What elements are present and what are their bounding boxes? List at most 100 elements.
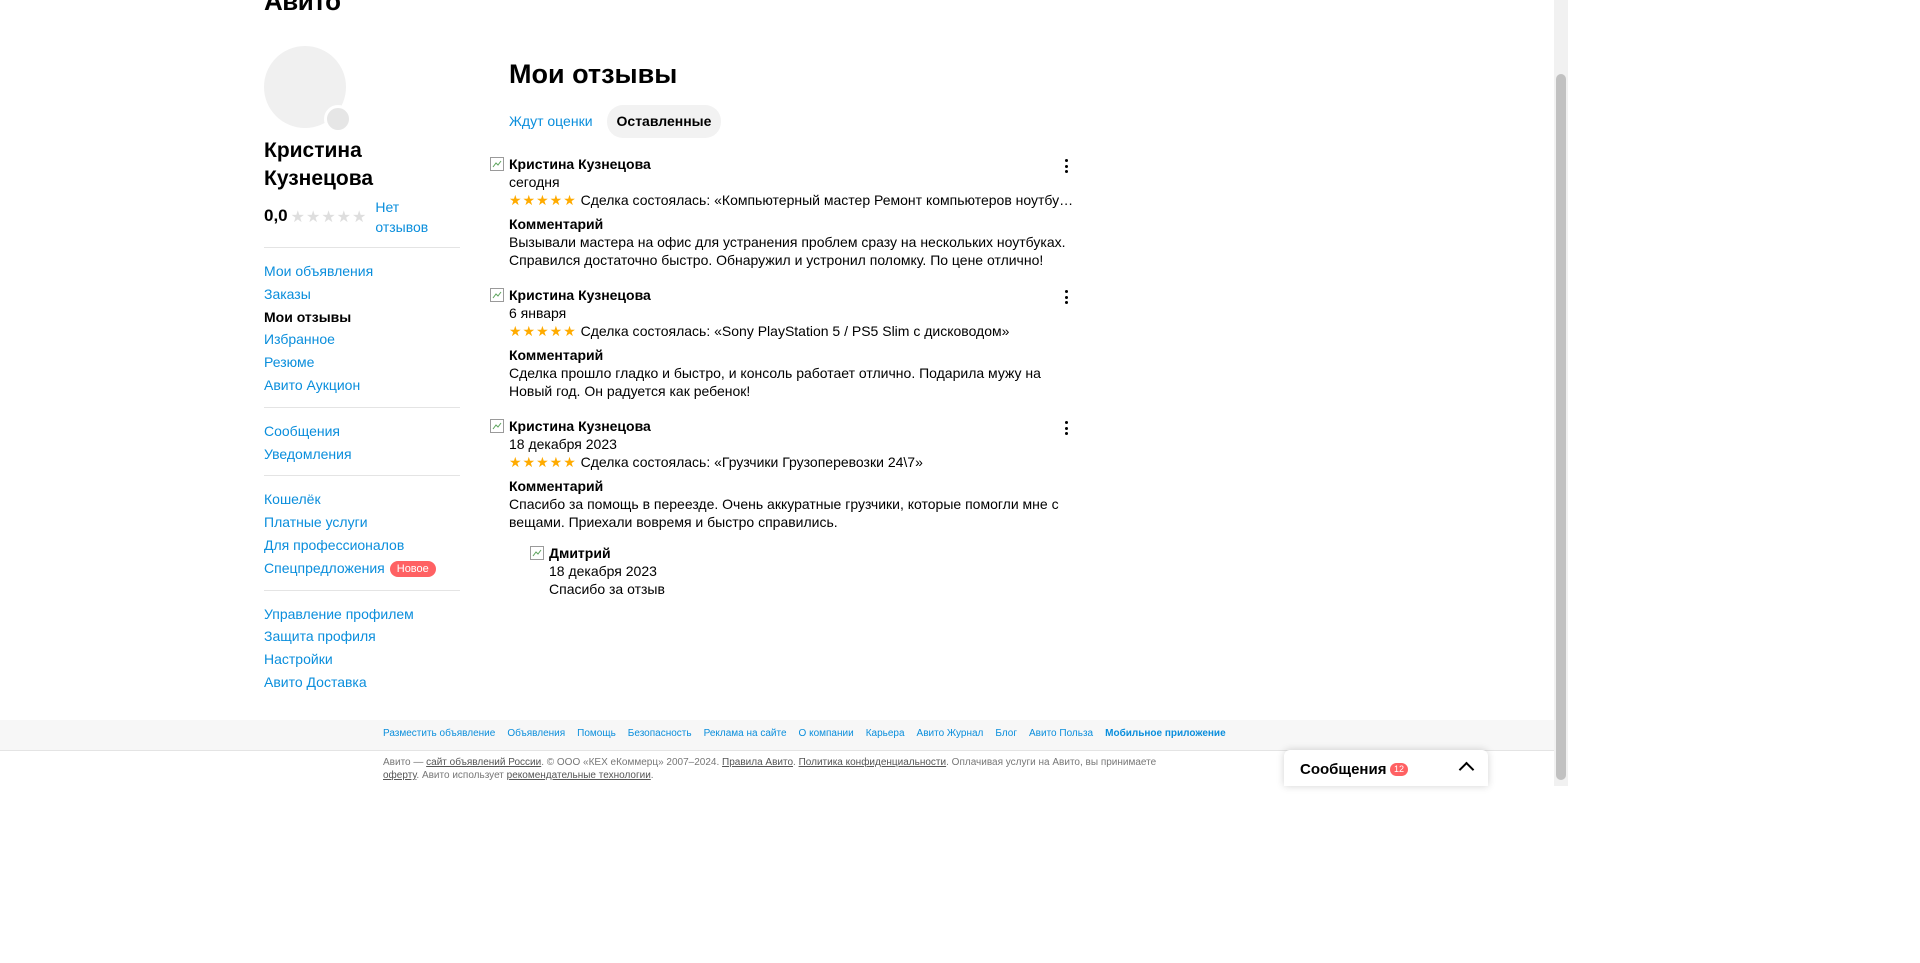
no-reviews-link[interactable]: Нет отзывов [375, 197, 445, 237]
sidebar-item-notifications[interactable]: Уведомления [264, 443, 460, 466]
comment-heading: Комментарий [509, 478, 604, 494]
review-author[interactable]: Кристина Кузнецова [509, 418, 1077, 435]
review-deal-text: Сделка состоялась: «Компьютерный мастер … [580, 192, 1077, 208]
footer-link-mobile-app[interactable]: Мобильное приложение [1105, 728, 1226, 739]
sidebar-item-my-ads[interactable]: Мои объявления [264, 260, 460, 283]
sidebar-item-my-reviews[interactable]: Мои отзывы [264, 306, 460, 329]
legal-text: . Оплачивая услуги на Авито, вы принимае… [946, 757, 1157, 768]
sidebar-item-auction[interactable]: Авито Аукцион [264, 374, 460, 397]
review-comment: Вызывали мастера на офис для устранения … [509, 234, 1066, 268]
avatar-status-icon [324, 105, 352, 133]
reply-text: Спасибо за отзыв [549, 581, 665, 597]
review-date: сегодня [509, 174, 560, 190]
sidebar-item-profile-management[interactable]: Управление профилем [264, 603, 460, 626]
footer-link-journal[interactable]: Авито Журнал [917, 728, 984, 739]
nav-group-communication: Сообщения Уведомления [264, 420, 460, 466]
legal-link-rules[interactable]: Правила Авито [722, 757, 793, 768]
reply-body: Дмитрий 18 декабря 2023 Спасибо за отзыв [549, 545, 1080, 598]
review-author[interactable]: Кристина Кузнецова [509, 287, 1077, 304]
profile-sidebar: Кристина Кузнецова 0,0 ★★★★★ Нет отзывов… [264, 46, 460, 694]
scrollbar-thumb[interactable] [1556, 74, 1566, 780]
tab-left-reviews[interactable]: Оставленные [606, 105, 722, 138]
review-item: Кристина Кузнецова 18 декабря 2023 ★★★★★… [490, 418, 1080, 598]
footer-link-post-ad[interactable]: Разместить объявление [383, 728, 495, 739]
comment-heading: Комментарий [509, 216, 604, 232]
review-author[interactable]: Кристина Кузнецова [509, 156, 1077, 173]
footer-link-benefit[interactable]: Авито Польза [1029, 728, 1093, 739]
nav-group-finance: Кошелёк Платные услуги Для профессионало… [264, 488, 460, 579]
rating-stars-icon: ★★★★★ [290, 209, 368, 226]
legal-text: . [650, 770, 654, 781]
review-date: 6 января [509, 305, 567, 321]
legal-link-site[interactable]: сайт объявлений России [426, 757, 541, 768]
top-header: Авито [264, 0, 341, 16]
review-item: Кристина Кузнецова 6 января ★★★★★ Сделка… [490, 287, 1080, 400]
rating-value: 0,0 [264, 206, 288, 225]
nav-group-settings: Управление профилем Защита профиля Настр… [264, 603, 460, 694]
review-item: Кристина Кузнецова сегодня ★★★★★ Сделка … [490, 156, 1080, 269]
comment-heading: Комментарий [509, 347, 604, 363]
footer-link-about[interactable]: О компании [799, 728, 854, 739]
page-scrollbar[interactable] [1554, 0, 1568, 786]
legal-link-recommendation[interactable]: рекомендательные технологии [507, 770, 651, 781]
footer-link-help[interactable]: Помощь [577, 728, 616, 739]
legal-text: . Авито использует [416, 770, 507, 781]
review-comment: Спасибо за помощь в переезде. Очень акку… [509, 496, 1059, 530]
broken-image-icon [530, 546, 544, 560]
review-deal-row: ★★★★★ Сделка состоялась: «Грузчики Грузо… [509, 453, 1077, 471]
legal-text: Авито — [383, 757, 427, 768]
footer-link-blog[interactable]: Блог [995, 728, 1017, 739]
avito-logo[interactable]: Авито [264, 0, 341, 16]
review-deal-text: Сделка состоялась: «Sony PlayStation 5 /… [580, 323, 1010, 339]
review-body: Кристина Кузнецова 6 января ★★★★★ Сделка… [509, 287, 1077, 400]
page-title: Мои отзывы [509, 59, 678, 89]
tab-awaiting-rating[interactable]: Ждут оценки [499, 105, 603, 138]
messages-panel[interactable]: Сообщения 12 [1284, 750, 1488, 786]
avatar[interactable] [264, 46, 352, 133]
review-deal-row: ★★★★★ Сделка состоялась: «Sony PlayStati… [509, 322, 1077, 340]
chevron-up-icon[interactable] [1458, 761, 1475, 778]
legal-text: . © ООО «КЕХ еКоммерц» 2007–2024. [541, 757, 723, 768]
footer-link-security[interactable]: Безопасность [628, 728, 692, 739]
sidebar-item-special-offers[interactable]: Спецпредложения [264, 560, 385, 576]
sidebar-item-profile-protection[interactable]: Защита профиля [264, 625, 460, 648]
legal-link-privacy[interactable]: Политика конфиденциальности [799, 757, 947, 768]
sidebar-item-settings[interactable]: Настройки [264, 648, 460, 671]
footer-legal-text: Авито — сайт объявлений России. © ООО «К… [383, 756, 1173, 782]
footer-link-advertising[interactable]: Реклама на сайте [704, 728, 787, 739]
reply-date: 18 декабря 2023 [549, 563, 657, 579]
broken-image-icon [490, 419, 504, 433]
messages-count-badge: 12 [1390, 763, 1409, 776]
nav-group-main: Мои объявления Заказы Мои отзывы Избранн… [264, 260, 460, 397]
sidebar-item-wallet[interactable]: Кошелёк [264, 488, 460, 511]
sidebar-item-messages[interactable]: Сообщения [264, 420, 460, 443]
more-options-icon[interactable] [1060, 158, 1072, 174]
review-stars-icon: ★★★★★ [509, 323, 577, 339]
profile-rating: 0,0 ★★★★★ Нет отзывов [264, 199, 460, 237]
profile-name: Кристина Кузнецова [264, 139, 374, 190]
reviews-main: Мои отзывы Ждут оценки Оставленные Крист… [490, 58, 1080, 598]
sidebar-item-favorites[interactable]: Избранное [264, 328, 460, 351]
footer-link-ads[interactable]: Объявления [507, 728, 565, 739]
messages-panel-label: Сообщения [1300, 761, 1387, 778]
more-options-icon[interactable] [1060, 289, 1072, 305]
seller-reply: Дмитрий 18 декабря 2023 Спасибо за отзыв [530, 545, 1080, 598]
review-deal-text: Сделка состоялась: «Грузчики Грузоперево… [580, 454, 923, 470]
sidebar-item-for-pros[interactable]: Для профессионалов [264, 534, 460, 557]
review-stars-icon: ★★★★★ [509, 192, 577, 208]
review-body: Кристина Кузнецова 18 декабря 2023 ★★★★★… [509, 418, 1077, 531]
sidebar-item-resume[interactable]: Резюме [264, 351, 460, 374]
review-comment: Сделка прошло гладко и быстро, и консоль… [509, 365, 1041, 399]
review-stars-icon: ★★★★★ [509, 454, 577, 470]
more-options-icon[interactable] [1060, 420, 1072, 436]
footer-link-career[interactable]: Карьера [866, 728, 905, 739]
reply-author[interactable]: Дмитрий [549, 545, 1080, 562]
divider [264, 406, 460, 408]
sidebar-item-orders[interactable]: Заказы [264, 283, 460, 306]
sidebar-item-avito-delivery[interactable]: Авито Доставка [264, 671, 460, 694]
sidebar-item-paid-services[interactable]: Платные услуги [264, 511, 460, 534]
broken-image-icon [490, 288, 504, 302]
review-deal-row: ★★★★★ Сделка состоялась: «Компьютерный м… [509, 191, 1077, 209]
legal-link-offer[interactable]: оферту [383, 770, 416, 781]
sidebar-item-special-offers-row: Спецпредложения Новое [264, 557, 460, 580]
